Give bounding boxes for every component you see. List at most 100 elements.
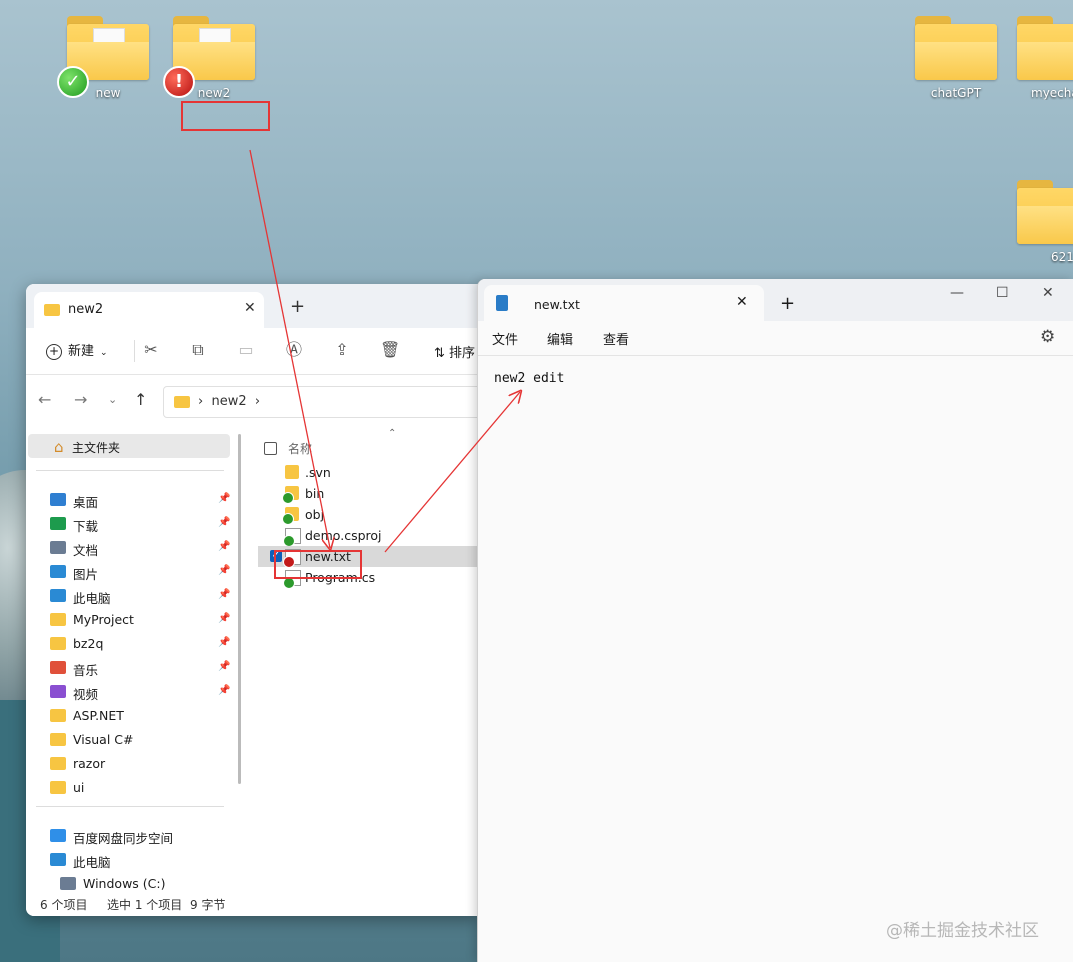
- new-tab-button[interactable]: +: [290, 296, 305, 317]
- delete-icon[interactable]: 🗑: [380, 340, 400, 360]
- notepad-window: new.txt ✕ + — ☐ ✕ 文件 编辑 查看 ⚙ new2 edit: [477, 279, 1073, 962]
- sort-button[interactable]: ⇅ 排序: [434, 342, 475, 361]
- copy-icon[interactable]: ⧉: [188, 340, 208, 360]
- share-icon[interactable]: ⇪: [332, 340, 352, 360]
- breadcrumb-item[interactable]: new2: [211, 394, 246, 409]
- pin-icon[interactable]: 📌: [218, 661, 230, 672]
- menu-file[interactable]: 文件: [492, 329, 518, 348]
- chevron-down-icon: ⌄: [100, 348, 108, 358]
- desktop-folder-label: 621: [1051, 250, 1073, 264]
- nav-item[interactable]: 视频 📌: [50, 680, 240, 704]
- nav-item[interactable]: 桌面 📌: [50, 488, 240, 512]
- pin-icon[interactable]: 📌: [218, 589, 230, 600]
- nav-scrollbar[interactable]: [238, 434, 241, 784]
- nav-item[interactable]: ASP.NET: [50, 704, 240, 728]
- svn-ok-icon: [282, 492, 294, 504]
- close-tab-icon[interactable]: ✕: [736, 294, 748, 310]
- nav-item-label: 此电脑: [73, 591, 111, 606]
- pin-icon[interactable]: 📌: [218, 493, 230, 504]
- desktop-folder-label: myecha: [1031, 86, 1073, 100]
- maximize-icon[interactable]: ☐: [996, 285, 1009, 301]
- nav-item-label: 此电脑: [73, 855, 111, 870]
- new-tab-button[interactable]: +: [780, 293, 795, 314]
- file-name: .svn: [305, 465, 331, 480]
- status-bar: 6 个项目 选中 1 个项目 9 字节: [26, 890, 478, 916]
- close-tab-icon[interactable]: ✕: [244, 300, 256, 316]
- desktop-folder-621[interactable]: 621: [1015, 178, 1073, 264]
- nav-item[interactable]: 百度网盘同步空间: [50, 824, 240, 848]
- nav-item-label: 下载: [73, 519, 99, 534]
- desktop-folder-myecha[interactable]: myecha: [1015, 14, 1073, 100]
- folder-icon: [282, 507, 299, 525]
- nav-item-icon: [50, 493, 66, 506]
- file-name: obj: [305, 507, 325, 522]
- nav-item-icon: [50, 541, 66, 554]
- nav-item[interactable]: 下载 📌: [50, 512, 240, 536]
- nav-item[interactable]: 此电脑 📌: [50, 584, 240, 608]
- column-header-name[interactable]: 名称: [288, 440, 312, 457]
- minimize-icon[interactable]: —: [950, 285, 964, 301]
- desktop-folder-new2[interactable]: ! new2: [163, 14, 260, 100]
- new-button[interactable]: + 新建 ⌄: [46, 340, 108, 360]
- select-all-checkbox[interactable]: [264, 442, 277, 455]
- file-row[interactable]: .svn: [258, 462, 478, 483]
- menu-view[interactable]: 查看: [603, 329, 629, 348]
- menu-edit[interactable]: 编辑: [547, 329, 573, 348]
- pin-icon[interactable]: 📌: [218, 541, 230, 552]
- nav-item[interactable]: MyProject 📌: [50, 608, 240, 632]
- highlight-box: [181, 101, 270, 131]
- folder-icon: [285, 465, 299, 479]
- nav-item-label: MyProject: [73, 612, 134, 627]
- rename-icon[interactable]: Ⓐ: [284, 340, 304, 360]
- back-arrow-icon[interactable]: ←: [38, 390, 51, 409]
- breadcrumb-separator: ›: [254, 394, 261, 409]
- folder-icon: !: [163, 14, 257, 98]
- cut-icon[interactable]: ✂: [141, 340, 161, 360]
- nav-item[interactable]: razor: [50, 752, 240, 776]
- status-size: 9 字节: [190, 898, 226, 912]
- nav-item[interactable]: 音乐 📌: [50, 656, 240, 680]
- folder-icon: [282, 486, 299, 504]
- nav-item[interactable]: 图片 📌: [50, 560, 240, 584]
- nav-item[interactable]: ui: [50, 776, 240, 800]
- nav-item-label: ui: [73, 780, 85, 795]
- paste-icon[interactable]: ▭: [236, 340, 256, 360]
- forward-arrow-icon[interactable]: →: [74, 390, 87, 409]
- recent-dropdown-icon[interactable]: ⌄: [108, 393, 117, 406]
- up-arrow-icon[interactable]: ↑: [134, 390, 147, 409]
- sort-indicator-icon: ⌃: [388, 428, 397, 439]
- gear-icon[interactable]: ⚙: [1040, 327, 1055, 347]
- nav-item-label: 图片: [73, 567, 99, 582]
- nav-item[interactable]: Visual C#: [50, 728, 240, 752]
- pin-icon[interactable]: 📌: [218, 565, 230, 576]
- pin-icon[interactable]: 📌: [218, 685, 230, 696]
- nav-item-label: ASP.NET: [73, 708, 124, 723]
- desktop-folder-new[interactable]: ✓ new: [57, 14, 154, 100]
- nav-item-icon: [50, 757, 66, 770]
- nav-item-icon: [50, 613, 66, 626]
- file-row[interactable]: obj: [258, 504, 478, 525]
- notepad-text-area[interactable]: new2 edit: [494, 371, 564, 386]
- nav-item[interactable]: bz2q 📌: [50, 632, 240, 656]
- file-row[interactable]: demo.csproj: [258, 525, 478, 547]
- nav-item[interactable]: 此电脑: [50, 848, 240, 872]
- file-icon: [283, 528, 301, 547]
- nav-item-home[interactable]: ⌂ 主文件夹: [28, 434, 230, 458]
- file-list-pane: ⌃ 名称 .svn bin obj demo.csproj ✓ new.txt Progra…: [258, 428, 478, 890]
- sort-icon: ⇅: [434, 346, 445, 361]
- pin-icon[interactable]: 📌: [218, 637, 230, 648]
- explorer-tab[interactable]: new2 ✕: [34, 292, 264, 328]
- address-bar[interactable]: › new2 ›: [163, 386, 478, 418]
- pin-icon[interactable]: 📌: [218, 517, 230, 528]
- close-window-icon[interactable]: ✕: [1042, 285, 1054, 301]
- nav-divider: [36, 806, 224, 807]
- notepad-tab-title: new.txt: [534, 297, 580, 312]
- status-selected: 选中 1 个项目: [107, 898, 183, 912]
- address-bar-row: ← → ⌄ ↑ › new2 ›: [26, 374, 478, 424]
- desktop-folder-chatgpt[interactable]: chatGPT: [910, 14, 1002, 100]
- notepad-tab[interactable]: new.txt ✕: [484, 285, 764, 321]
- pin-icon[interactable]: 📌: [218, 613, 230, 624]
- file-row[interactable]: bin: [258, 483, 478, 504]
- nav-item[interactable]: 文档 📌: [50, 536, 240, 560]
- nav-item-icon: [50, 517, 66, 530]
